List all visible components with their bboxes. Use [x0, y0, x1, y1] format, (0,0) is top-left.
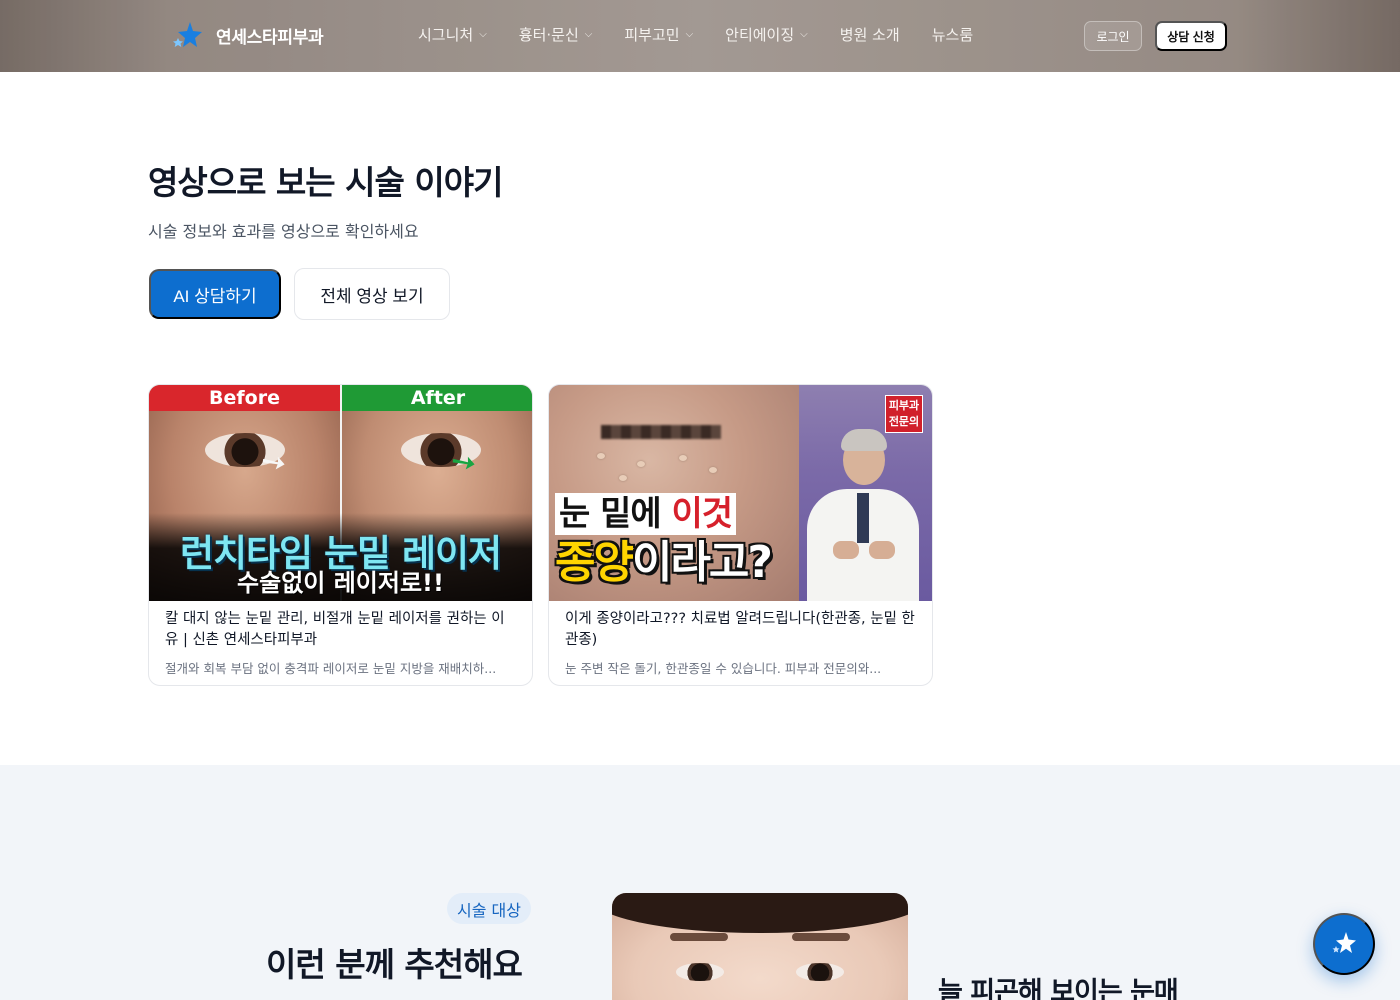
login-button[interactable]: 로그인: [1084, 21, 1142, 51]
chevron-down-icon: ⌵: [479, 29, 487, 40]
photo-eye: [676, 963, 724, 981]
section-tag: 시술 대상: [447, 893, 531, 924]
nav-label: 안티에이징: [725, 26, 795, 44]
recommend-title: 이런 분께 추천해요: [266, 945, 523, 984]
skin-bump: [637, 461, 645, 467]
video-description: 절개와 회복 부담 없이 충격파 레이저로 눈밑 지방을 재배치하...: [165, 661, 497, 676]
video-thumbnail[interactable]: ➘ ➘ Before After 런치타임 눈밑 레이저 수술없이 레이저로!!: [149, 385, 532, 601]
thumbnail-subline: 종양이라고?: [555, 537, 773, 589]
video-title[interactable]: 칼 대지 않는 눈밑 관리, 비절개 눈밑 레이저를 권하는 이유 | 신촌 연…: [165, 609, 517, 651]
section-subtitle: 시술 정보와 효과를 영상으로 확인하세요: [148, 222, 419, 241]
badge-line: 전문의: [888, 415, 920, 428]
logo-text: 연세스타피부과: [216, 27, 324, 48]
chevron-down-icon: ⌵: [584, 29, 593, 40]
ai-consult-button[interactable]: AI 상담하기: [149, 269, 281, 319]
nav-item-signature[interactable]: 시그니처 ⌵: [418, 24, 487, 45]
nav-label: 피부고민: [624, 26, 680, 44]
floating-ai-button[interactable]: [1313, 913, 1375, 975]
before-label: Before: [149, 385, 340, 411]
headline-part: 눈 밑에: [559, 494, 672, 534]
nav-label: 시그니처: [418, 26, 474, 44]
photo-brow: [792, 933, 850, 941]
photo-brow: [670, 933, 728, 941]
nav-label: 병원 소개: [839, 26, 900, 44]
site-header: 연세스타피부과 시그니처 ⌵ 흉터·문신 ⌵ 피부고민 ⌵ 안티에이징 ⌵ 병원…: [0, 0, 1400, 72]
specialist-badge: 피부과 전문의: [885, 395, 923, 433]
doctor-hand: [869, 541, 895, 559]
header-inner: 연세스타피부과 시그니처 ⌵ 흉터·문신 ⌵ 피부고민 ⌵ 안티에이징 ⌵ 병원…: [0, 0, 1400, 72]
nav-item-skin-concerns[interactable]: 피부고민 ⌵: [624, 24, 693, 45]
model-photo: [612, 893, 908, 1000]
consult-request-button[interactable]: 상담 신청: [1155, 21, 1227, 51]
sparkle-icon: [1330, 929, 1358, 960]
skin-bump: [679, 455, 687, 461]
video-thumbnail[interactable]: 피부과 전문의 눈 밑에 이것 종양이라고?: [549, 385, 932, 601]
doctor-hand: [833, 541, 859, 559]
photo-hair: [612, 893, 908, 933]
video-card[interactable]: ➘ ➘ Before After 런치타임 눈밑 레이저 수술없이 레이저로!!…: [148, 384, 533, 686]
doctor-tie: [857, 493, 869, 543]
photo-eye: [796, 963, 844, 981]
after-label: After: [342, 385, 532, 411]
main-nav: 시그니처 ⌵ 흉터·문신 ⌵ 피부고민 ⌵ 안티에이징 ⌵ 병원 소개 뉴스룸: [418, 24, 973, 45]
video-title[interactable]: 이게 종양이라고??? 치료법 알려드립니다(한관종, 눈밑 한관종): [565, 609, 917, 651]
thumbnail-headline: 눈 밑에 이것: [555, 493, 737, 535]
chevron-down-icon: ⌵: [685, 29, 694, 40]
video-description: 눈 주변 작은 돌기, 한관종일 수 있습니다. 피부과 전문의와...: [565, 661, 882, 676]
doctor-image: [807, 415, 919, 601]
chevron-down-icon: ⌵: [800, 29, 808, 40]
nav-item-scar-tattoo[interactable]: 흉터·문신 ⌵: [519, 24, 593, 45]
thumbnail-subline: 수술없이 레이저로!!: [237, 569, 444, 597]
view-all-videos-button[interactable]: 전체 영상 보기: [294, 268, 450, 320]
star-logo-icon: [172, 20, 202, 50]
doctor-hair: [841, 429, 887, 451]
recommend-item-text: 늘 피곤해 보이는 눈매: [938, 977, 1179, 1000]
headline-highlight: 이것: [671, 494, 734, 534]
subline-part: 이라고?: [631, 537, 773, 588]
nav-label: 흉터·문신: [518, 26, 579, 44]
nav-item-newsroom[interactable]: 뉴스룸: [932, 24, 973, 45]
skin-bump: [597, 453, 605, 459]
site-logo[interactable]: 연세스타피부과: [172, 20, 324, 50]
section-title: 영상으로 보는 시술 이야기: [148, 163, 503, 202]
skin-bump: [709, 467, 717, 473]
subline-highlight: 종양: [555, 537, 634, 588]
video-card[interactable]: 피부과 전문의 눈 밑에 이것 종양이라고? 이게 종양이라고??? 치료법 알…: [548, 384, 933, 686]
badge-line: 피부과: [888, 399, 920, 412]
nav-label: 뉴스룸: [931, 26, 974, 44]
nav-item-about[interactable]: 병원 소개: [840, 24, 900, 45]
skin-bump: [619, 475, 627, 481]
nav-item-anti-aging[interactable]: 안티에이징 ⌵: [725, 24, 808, 45]
blurred-eye: [601, 425, 721, 439]
